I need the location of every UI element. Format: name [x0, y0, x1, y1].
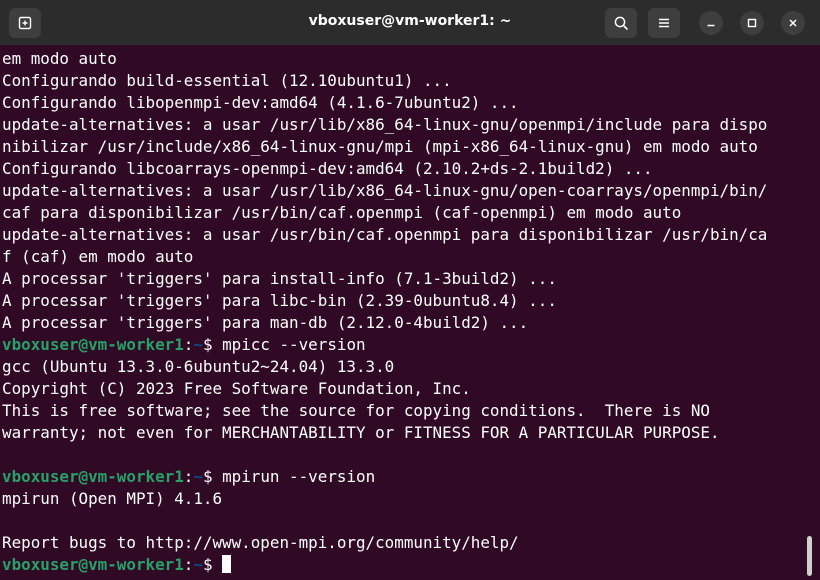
output-line: Configurando build-essential (12.10ubunt…: [2, 71, 452, 90]
text-cursor: [222, 555, 232, 573]
output-line: warranty; not even for MERCHANTABILITY o…: [2, 423, 720, 442]
prompt-user: vboxuser@vm-worker1: [2, 555, 184, 574]
search-button[interactable]: [605, 8, 637, 38]
output-line: update-alternatives: a usar /usr/lib/x86…: [2, 181, 768, 200]
output-line: Copyright (C) 2023 Free Software Foundat…: [2, 379, 471, 398]
hamburger-menu-icon: [656, 15, 672, 31]
prompt-path: ~: [193, 335, 203, 354]
prompt-line: vboxuser@vm-worker1:~$ mpicc --version: [2, 334, 802, 356]
window-title: vboxuser@vm-worker1: ~: [308, 13, 512, 29]
maximize-icon: [746, 17, 758, 29]
minimize-icon: [705, 17, 717, 29]
terminal-output[interactable]: em modo auto Configurando build-essential…: [2, 48, 802, 578]
output-line: update-alternatives: a usar /usr/bin/caf…: [2, 225, 768, 244]
output-line: A processar 'triggers' para install-info…: [2, 269, 557, 288]
output-line: update-alternatives: a usar /usr/lib/x86…: [2, 115, 768, 134]
prompt-path: ~: [193, 467, 203, 486]
title-bar[interactable]: vboxuser@vm-worker1: ~: [0, 0, 820, 45]
close-button[interactable]: [781, 11, 805, 35]
output-line: Report bugs to http://www.open-mpi.org/c…: [2, 533, 519, 552]
output-line: Configurando libopenmpi-dev:amd64 (4.1.6…: [2, 93, 519, 112]
output-line: gcc (Ubuntu 13.3.0-6ubuntu2~24.04) 13.3.…: [2, 357, 395, 376]
output-line: This is free software; see the source fo…: [2, 401, 710, 420]
command-text: mpicc --version: [222, 335, 366, 354]
prompt-symbol: $: [202, 335, 223, 354]
prompt-user: vboxuser@vm-worker1: [2, 467, 184, 486]
output-line: em modo auto: [2, 49, 117, 68]
prompt-separator: :: [183, 555, 194, 574]
terminal-window: vboxuser@vm-worker1: ~ em modo auto Conf…: [0, 0, 820, 580]
prompt-separator: :: [183, 467, 194, 486]
scrollbar-thumb[interactable]: [807, 536, 812, 576]
prompt-path: ~: [193, 555, 203, 574]
output-line: A processar 'triggers' para man-db (2.12…: [2, 313, 529, 332]
output-line: f (caf) em modo auto: [2, 247, 194, 266]
command-text: mpirun --version: [222, 467, 376, 486]
prompt-line: vboxuser@vm-worker1:~$ mpirun --version: [2, 466, 802, 488]
minimize-button[interactable]: [699, 11, 723, 35]
output-line: mpirun (Open MPI) 4.1.6: [2, 489, 223, 508]
prompt-separator: :: [183, 335, 194, 354]
output-line: Configurando libcoarrays-openmpi-dev:amd…: [2, 159, 653, 178]
prompt-line: vboxuser@vm-worker1:~$: [2, 554, 802, 576]
prompt-symbol: $: [202, 555, 223, 574]
search-icon: [613, 15, 629, 31]
maximize-button[interactable]: [740, 11, 764, 35]
output-line: A processar 'triggers' para libc-bin (2.…: [2, 291, 557, 310]
menu-button[interactable]: [648, 8, 680, 38]
prompt-symbol: $: [202, 467, 223, 486]
prompt-user: vboxuser@vm-worker1: [2, 335, 184, 354]
output-line: nibilizar /usr/include/x86_64-linux-gnu/…: [2, 137, 758, 156]
close-icon: [787, 17, 799, 29]
output-line: caf para disponibilizar /usr/bin/caf.ope…: [2, 203, 682, 222]
